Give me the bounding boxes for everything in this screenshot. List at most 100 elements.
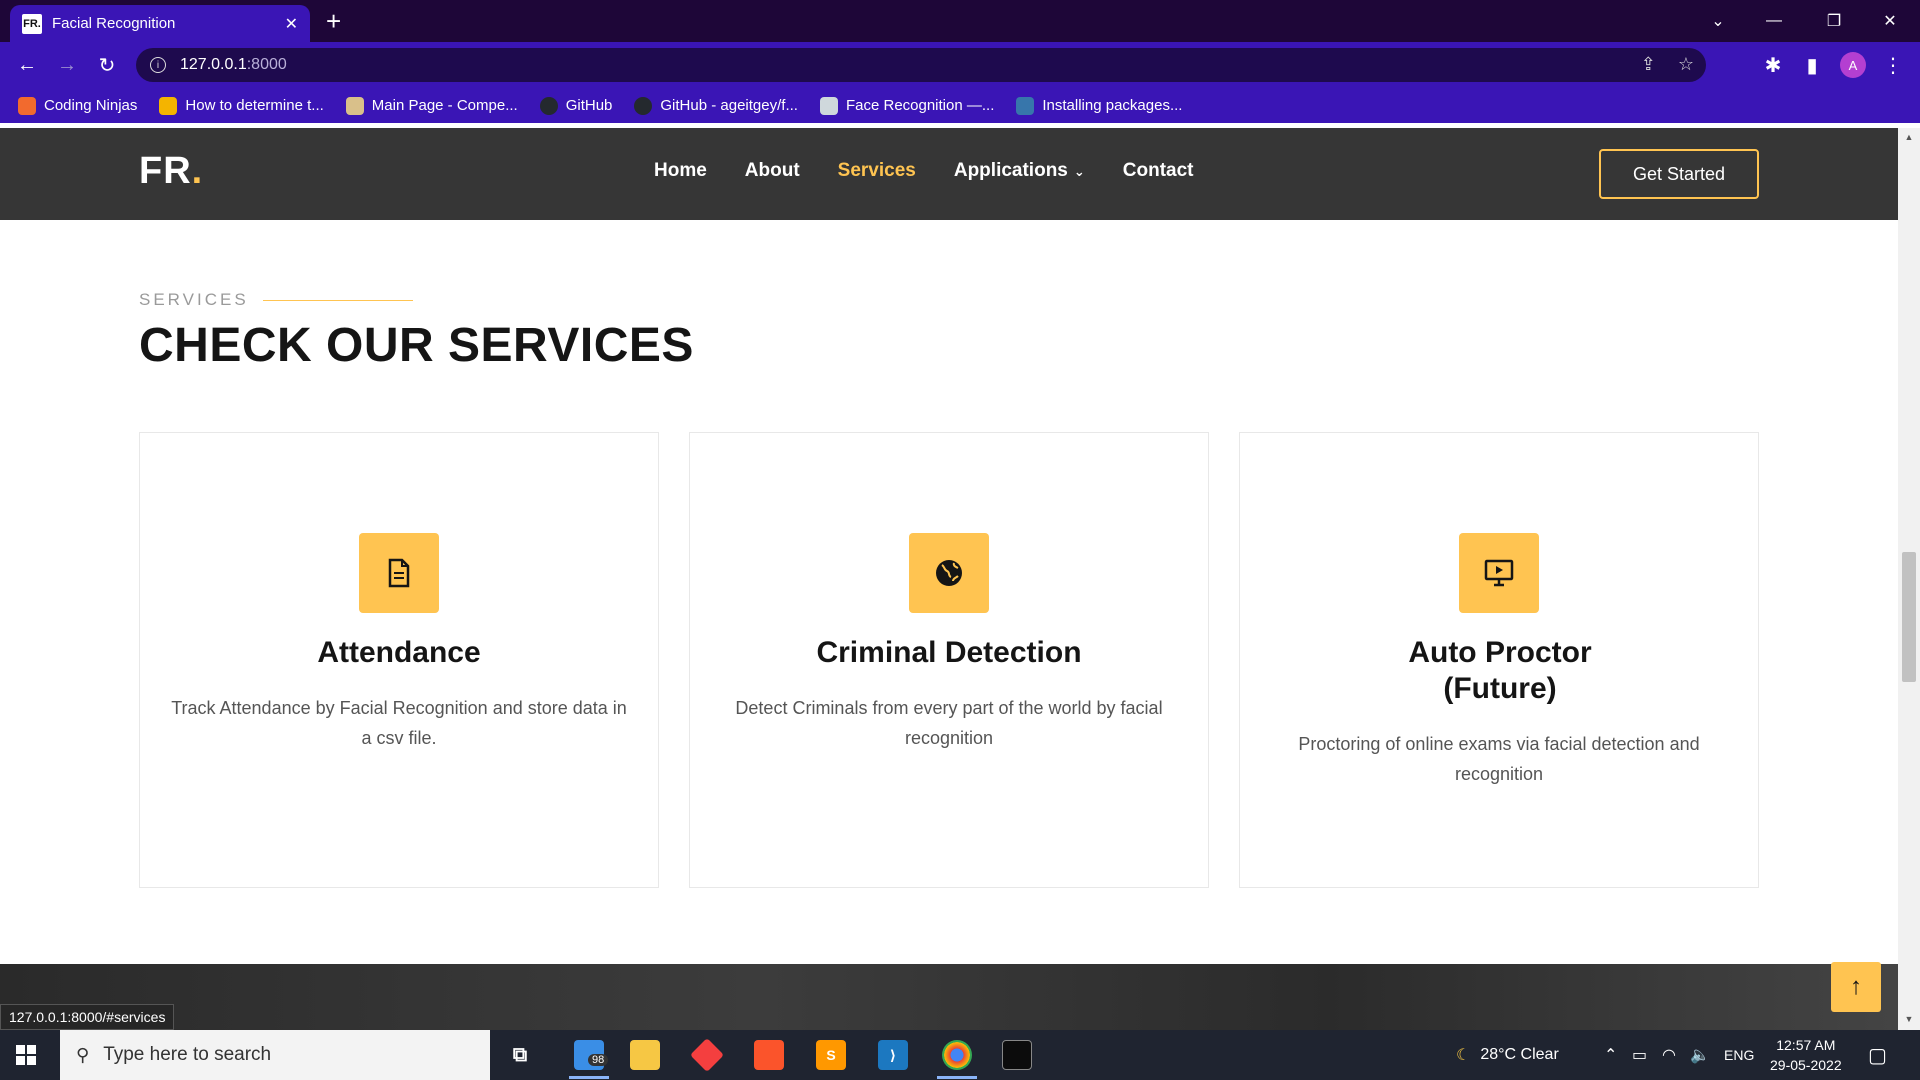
search-placeholder: Type here to search: [103, 1044, 272, 1065]
back-button[interactable]: ←: [12, 50, 42, 80]
profile-avatar[interactable]: A: [1840, 52, 1866, 78]
bookmark-item[interactable]: Main Page - Compe...: [345, 96, 518, 115]
scrollbar-thumb[interactable]: [1902, 552, 1916, 682]
weather-widget[interactable]: ☾ 28°C Clear: [1456, 1030, 1559, 1080]
tray-chevron-icon[interactable]: ⌃: [1604, 1030, 1617, 1080]
service-card-criminal-detection[interactable]: Criminal Detection Detect Criminals from…: [689, 432, 1209, 888]
nav-contact[interactable]: Contact: [1123, 160, 1194, 182]
globe-icon: [909, 533, 989, 613]
bookmark-favicon-icon: [345, 96, 364, 115]
volume-icon[interactable]: 🔈: [1690, 1030, 1710, 1080]
tab-search-icon[interactable]: ⌄: [1692, 0, 1744, 42]
nav-applications[interactable]: Applications ⌄: [954, 160, 1085, 182]
brave-browser-icon[interactable]: [754, 1040, 784, 1070]
site-header: FR. Home About Services Applications ⌄ Co…: [0, 128, 1898, 220]
scroll-down-arrow-icon[interactable]: ▼: [1902, 1014, 1916, 1024]
app-diamond-icon[interactable]: [690, 1038, 724, 1072]
bookmark-label: GitHub: [565, 97, 613, 114]
sublime-text-icon[interactable]: S: [816, 1040, 846, 1070]
tab-title: Facial Recognition: [52, 15, 176, 32]
section-title: CHECK OUR SERVICES: [139, 319, 694, 372]
scroll-up-arrow-icon[interactable]: ▲: [1902, 132, 1916, 142]
clock-time: 12:57 AM: [1776, 1037, 1836, 1053]
service-description: Detect Criminals from every part of the …: [735, 698, 1163, 748]
github-icon: [634, 96, 653, 115]
service-card-auto-proctor[interactable]: Auto Proctor (Future) Proctoring of onli…: [1239, 432, 1759, 888]
reload-button[interactable]: ↻: [92, 50, 122, 80]
language-indicator[interactable]: ENG: [1724, 1030, 1754, 1080]
terminal-icon[interactable]: [1002, 1040, 1032, 1070]
link-status-bubble: 127.0.0.1:8000/#services: [0, 1004, 175, 1030]
logo-text: FR: [139, 150, 192, 192]
github-icon: [539, 96, 558, 115]
bookmark-item[interactable]: How to determine t...: [159, 96, 324, 115]
nav-services[interactable]: Services: [838, 160, 916, 182]
eyebrow-divider: [262, 299, 413, 301]
document-icon: [359, 533, 439, 613]
bookmark-favicon-icon: [819, 96, 838, 115]
notifications-icon[interactable]: ▢: [1868, 1030, 1887, 1080]
nav-applications-label: Applications: [953, 160, 1068, 181]
bookmark-star-icon[interactable]: ☆: [1678, 54, 1694, 75]
site-logo[interactable]: FR.: [139, 150, 203, 193]
side-panel-icon[interactable]: ▮: [1797, 50, 1827, 80]
browser-tab[interactable]: FR. Facial Recognition ✕: [10, 5, 310, 42]
battery-icon[interactable]: ▭: [1632, 1030, 1647, 1080]
get-started-button[interactable]: Get Started: [1599, 149, 1759, 199]
browser-tab-strip: FR. Facial Recognition ✕ + ⌄ — ❐ ✕: [0, 0, 1920, 42]
url-port: :8000: [246, 56, 287, 73]
address-bar[interactable]: i 127.0.0.1:8000 ⇪ ☆: [136, 48, 1706, 82]
bookmark-label: GitHub - ageitgey/f...: [660, 97, 798, 114]
section-eyebrow: SERVICES: [139, 290, 413, 310]
windows-taskbar: ⚲ Type here to search ⧉ S ⟩ ☾ 28°C Clear…: [0, 1030, 1920, 1080]
bookmark-item[interactable]: GitHub - ageitgey/f...: [634, 96, 798, 115]
tab-favicon: FR.: [22, 13, 42, 34]
service-description: Proctoring of online exams via facial de…: [1298, 734, 1700, 784]
bookmark-label: Coding Ninjas: [44, 97, 138, 114]
task-view-icon[interactable]: ⧉: [505, 1040, 535, 1070]
moon-icon: ☾: [1456, 1047, 1471, 1064]
back-to-top-button[interactable]: ↑: [1831, 962, 1881, 1012]
taskbar-search-box[interactable]: ⚲ Type here to search: [60, 1030, 490, 1080]
windows-start-icon[interactable]: [16, 1045, 36, 1065]
clock-date: 29-05-2022: [1770, 1057, 1842, 1073]
bookmarks-bar: Coding Ninjas How to determine t... Main…: [0, 88, 1920, 123]
bookmark-favicon-icon: [18, 96, 36, 115]
store-badge: 98: [588, 1054, 609, 1066]
close-tab-icon[interactable]: ✕: [285, 14, 298, 34]
service-description: Track Attendance by Facial Recognition a…: [171, 698, 627, 748]
minimize-button[interactable]: —: [1748, 0, 1800, 42]
service-title: Auto Proctor (Future): [1408, 636, 1592, 705]
restore-button[interactable]: ❐: [1808, 0, 1860, 42]
browser-menu-icon[interactable]: ⋮: [1878, 50, 1908, 80]
vscode-icon[interactable]: ⟩: [878, 1040, 908, 1070]
new-tab-button[interactable]: +: [326, 6, 341, 36]
active-app-indicator: [937, 1076, 977, 1079]
bookmark-item[interactable]: Installing packages...: [1016, 96, 1183, 115]
extensions-icon[interactable]: ✱: [1758, 50, 1788, 80]
search-icon: ⚲: [76, 1044, 90, 1065]
bookmark-item[interactable]: Coding Ninjas: [18, 96, 138, 115]
file-explorer-icon[interactable]: [630, 1040, 660, 1070]
bookmark-favicon-icon: [159, 96, 178, 115]
service-title: Attendance: [317, 636, 481, 669]
chevron-down-icon: ⌄: [1073, 164, 1085, 179]
close-window-button[interactable]: ✕: [1864, 0, 1916, 42]
taskbar-clock[interactable]: 12:57 AM 29-05-2022: [1770, 1035, 1842, 1075]
eyebrow-text: SERVICES: [139, 290, 249, 309]
nav-about[interactable]: About: [745, 160, 800, 182]
share-icon[interactable]: ⇪: [1641, 54, 1656, 75]
chrome-icon[interactable]: [942, 1040, 972, 1070]
bookmark-item[interactable]: GitHub: [539, 96, 613, 115]
bookmark-label: Face Recognition —...: [845, 97, 995, 114]
nav-home[interactable]: Home: [654, 160, 707, 182]
python-icon: [1016, 96, 1035, 115]
service-title: Criminal Detection: [816, 636, 1082, 669]
wifi-icon[interactable]: ◠: [1662, 1030, 1676, 1080]
site-info-icon[interactable]: i: [150, 57, 166, 73]
forward-button[interactable]: →: [52, 50, 82, 80]
service-card-attendance[interactable]: Attendance Track Attendance by Facial Re…: [139, 432, 659, 888]
bookmark-label: How to determine t...: [185, 97, 324, 114]
bookmark-item[interactable]: Face Recognition —...: [819, 96, 995, 115]
bookmark-label: Installing packages...: [1042, 97, 1183, 114]
